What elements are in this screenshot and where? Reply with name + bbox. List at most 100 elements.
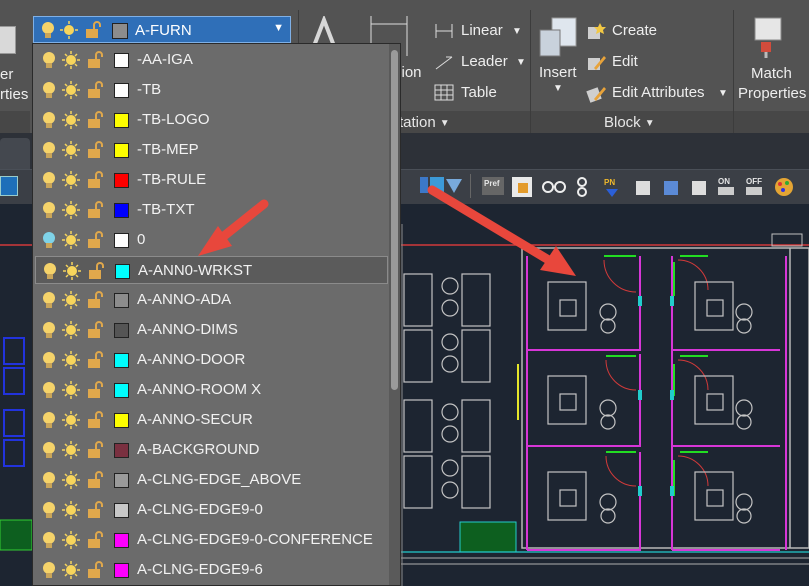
layer-color-swatch[interactable] <box>114 353 129 368</box>
layer-on-bulb-icon[interactable] <box>40 141 58 159</box>
layer-unlock-icon[interactable] <box>87 262 105 280</box>
layer-row[interactable]: -TB <box>33 76 389 104</box>
layer-thaw-sun-icon[interactable] <box>62 141 80 159</box>
layer-dropdown-combo[interactable]: A-FURN ▼ <box>33 16 291 43</box>
match-label-line2[interactable]: Properties <box>738 85 806 102</box>
layer-color-swatch[interactable] <box>114 203 129 218</box>
layer-on-bulb-icon[interactable] <box>40 111 58 129</box>
layer-color-swatch[interactable] <box>114 293 129 308</box>
chevron-down-icon[interactable]: ▼ <box>273 22 284 34</box>
layer-color-swatch[interactable] <box>114 323 129 338</box>
layer-color-swatch[interactable] <box>114 143 129 158</box>
properties-label-line2[interactable]: rties <box>0 86 28 103</box>
layer-row[interactable]: A-ANNO-ROOM X <box>33 376 389 404</box>
layer-row[interactable]: A-CLNG-EDGE9-0-CONFERENCE <box>33 526 389 554</box>
layer-unlock-icon[interactable] <box>86 531 104 549</box>
layer-thaw-sun-icon[interactable] <box>62 111 80 129</box>
layer-row[interactable]: -TB-LOGO <box>33 106 389 134</box>
match-properties-icon[interactable] <box>753 16 787 58</box>
properties-label-line1[interactable]: er <box>0 66 13 83</box>
layer-on-bulb-icon[interactable] <box>40 411 58 429</box>
layer-row[interactable]: A-ANN0-WRKST <box>35 256 388 284</box>
layer-color-swatch[interactable] <box>114 473 129 488</box>
leader-icon[interactable] <box>434 53 454 71</box>
create-block-icon[interactable] <box>586 21 606 41</box>
insert-button[interactable]: Insert <box>539 64 577 81</box>
layer-thaw-sun-icon[interactable] <box>62 381 80 399</box>
layer-unlock-icon[interactable] <box>86 231 104 249</box>
layer-color-swatch[interactable] <box>114 173 129 188</box>
layer-row[interactable]: A-CLNG-EDGE9-6 <box>33 556 389 584</box>
layer-unlock-icon[interactable] <box>86 351 104 369</box>
match-label-line1[interactable]: Match <box>751 65 792 82</box>
layer-row[interactable]: A-CLNG-EDGE9-0 <box>33 496 389 524</box>
layer-thaw-sun-icon[interactable] <box>62 291 80 309</box>
layer-thaw-sun-icon[interactable] <box>62 441 80 459</box>
block-panel-title[interactable]: Block ▼ <box>604 114 655 131</box>
layer-color-swatch[interactable] <box>114 533 129 548</box>
layer-row[interactable]: A-ANNO-DOOR <box>33 346 389 374</box>
layer-on-bulb-icon[interactable] <box>40 531 58 549</box>
layer-on-bulb-icon[interactable] <box>40 441 58 459</box>
layer-unlock-icon[interactable] <box>86 201 104 219</box>
layer-unlock-icon[interactable] <box>86 561 104 579</box>
table-button[interactable]: Table <box>461 84 497 101</box>
layer-on-bulb-icon[interactable] <box>40 51 58 69</box>
table-icon[interactable] <box>434 84 454 101</box>
toolbar-flags-icon[interactable] <box>416 174 464 196</box>
toolbar-icon-row[interactable]: Pref PN ON OFF <box>478 173 808 201</box>
layer-unlock-icon[interactable] <box>86 51 104 69</box>
layer-row[interactable]: -TB-TXT <box>33 196 389 224</box>
layer-thaw-sun-icon[interactable] <box>62 531 80 549</box>
layer-thaw-sun-icon[interactable] <box>62 561 80 579</box>
layer-thaw-sun-icon[interactable] <box>62 51 80 69</box>
layer-thaw-sun-icon[interactable] <box>63 262 81 280</box>
layer-unlock-icon[interactable] <box>86 501 104 519</box>
layer-on-bulb-icon[interactable] <box>40 81 58 99</box>
layer-unlock-icon[interactable] <box>86 291 104 309</box>
linear-dropdown-caret[interactable]: ▼ <box>512 26 522 37</box>
toolbar-left-icon[interactable] <box>0 176 18 196</box>
layer-on-bulb-icon[interactable] <box>40 471 58 489</box>
layer-row[interactable]: A-ANNO-SECUR <box>33 406 389 434</box>
linear-dim-icon[interactable] <box>434 22 454 40</box>
layer-row[interactable]: A-BACKGROUND <box>33 436 389 464</box>
layer-unlock-icon[interactable] <box>86 111 104 129</box>
layer-unlock-icon[interactable] <box>86 441 104 459</box>
layer-dropdown-list[interactable]: -AA-IGA -TB -TB-LOGO -TB-MEP -TB-RULE -TB-TXT… <box>32 43 401 586</box>
layer-thaw-sun-icon[interactable] <box>62 411 80 429</box>
leader-dropdown-caret[interactable]: ▼ <box>516 57 526 68</box>
layer-thaw-sun-icon[interactable] <box>62 351 80 369</box>
layer-on-bulb-icon[interactable] <box>40 291 58 309</box>
linear-button[interactable]: Linear <box>461 22 503 39</box>
layer-unlock-icon[interactable] <box>86 321 104 339</box>
layer-color-swatch[interactable] <box>114 563 129 578</box>
layer-thaw-sun-icon[interactable] <box>62 501 80 519</box>
layer-unlock-icon[interactable] <box>86 411 104 429</box>
layer-color-swatch[interactable] <box>114 83 129 98</box>
insert-dropdown-caret[interactable]: ▼ <box>553 83 563 94</box>
file-tab[interactable] <box>0 138 30 169</box>
layer-unlock-icon[interactable] <box>86 141 104 159</box>
edit-attributes-button[interactable]: Edit Attributes <box>612 84 705 101</box>
layer-row[interactable]: A-ANNO-ADA <box>33 286 389 314</box>
layer-unlock-icon[interactable] <box>86 171 104 189</box>
layer-thaw-sun-icon[interactable] <box>62 201 80 219</box>
layer-color-swatch[interactable] <box>114 53 129 68</box>
layer-row[interactable]: -AA-IGA <box>33 46 389 74</box>
edit-attributes-caret[interactable]: ▼ <box>718 88 728 99</box>
layer-on-bulb-icon[interactable] <box>40 351 58 369</box>
layer-row[interactable]: 0 <box>33 226 389 254</box>
edit-attributes-icon[interactable] <box>586 83 606 103</box>
layer-color-swatch[interactable] <box>114 503 129 518</box>
layer-row[interactable]: -TB-MEP <box>33 136 389 164</box>
layer-thaw-sun-icon[interactable] <box>62 231 80 249</box>
properties-icon[interactable] <box>0 26 16 54</box>
layer-on-bulb-icon[interactable] <box>40 321 58 339</box>
layer-thaw-sun-icon[interactable] <box>62 321 80 339</box>
layer-row[interactable]: A-ANNO-DIMS <box>33 316 389 344</box>
layer-thaw-sun-icon[interactable] <box>62 171 80 189</box>
layer-color-swatch[interactable] <box>114 113 129 128</box>
annotation-panel-title[interactable]: tation ▼ <box>399 114 450 131</box>
layer-color-swatch[interactable] <box>114 443 129 458</box>
